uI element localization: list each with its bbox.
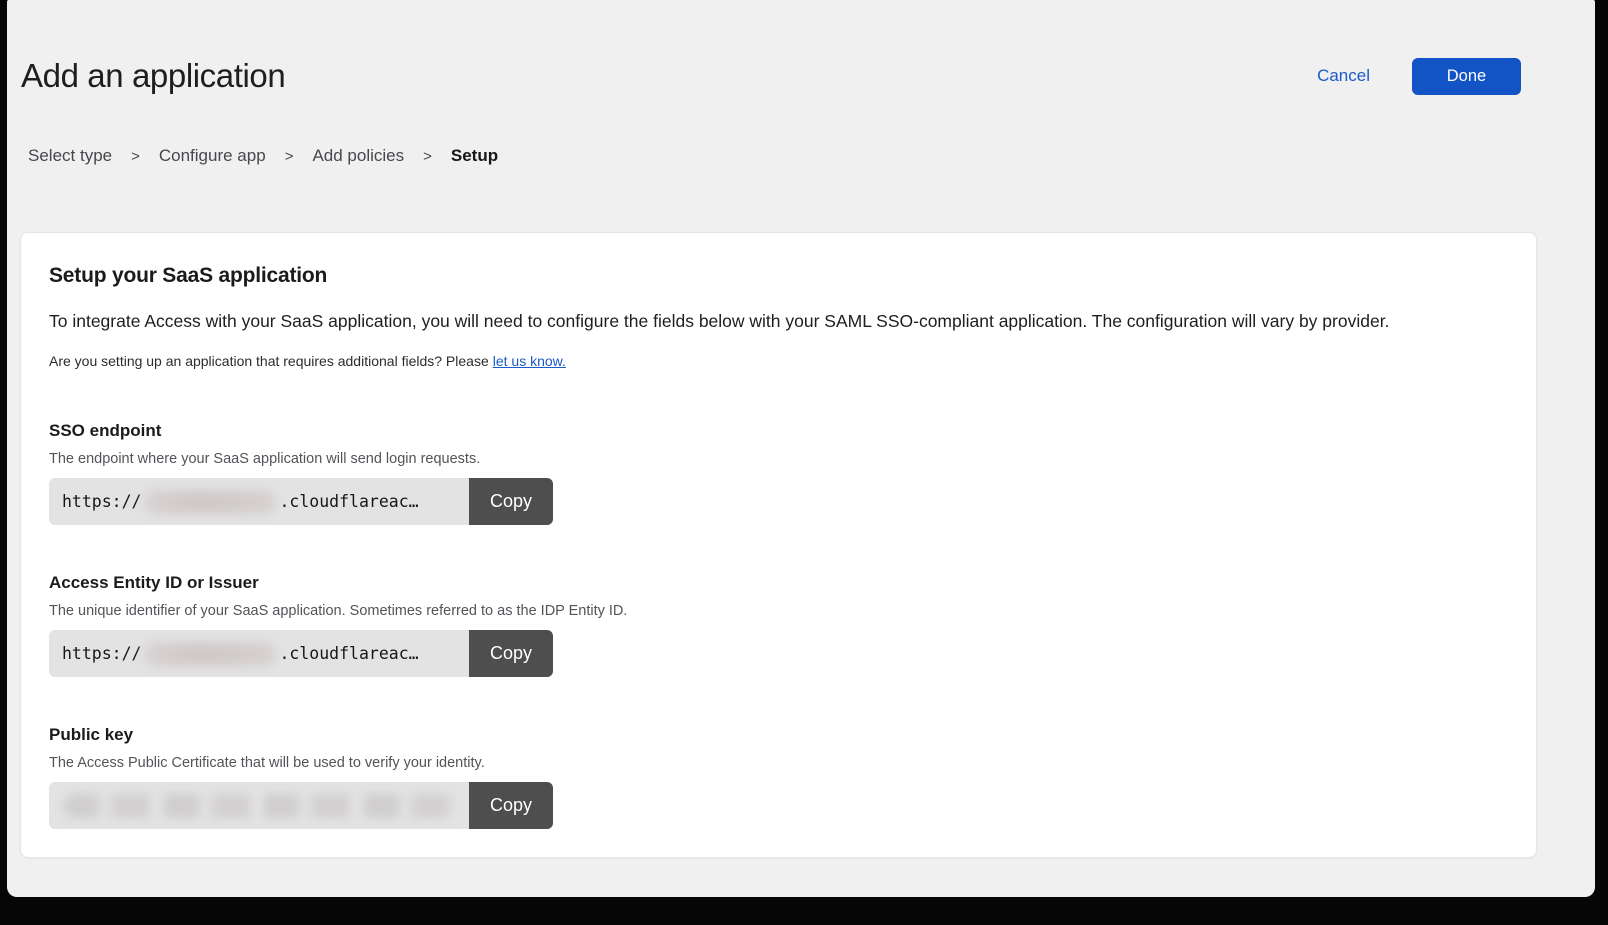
card-note-text: Are you setting up an application that r…: [49, 353, 489, 369]
access-entity-id-value: https:// .cloudflareac…: [49, 630, 469, 677]
card-heading: Setup your SaaS application: [49, 264, 1508, 288]
app-window: Add an application Cancel Done Select ty…: [7, 0, 1595, 897]
page-header: Add an application Cancel Done: [7, 0, 1595, 96]
field-label: Access Entity ID or Issuer: [49, 573, 1508, 593]
copy-public-key-button[interactable]: Copy: [469, 782, 553, 829]
card-note: Are you setting up an application that r…: [49, 353, 1508, 369]
breadcrumb-separator: >: [423, 148, 432, 165]
field-sso-endpoint: SSO endpoint The endpoint where your Saa…: [49, 421, 1508, 525]
field-label: Public key: [49, 725, 1508, 745]
copy-sso-endpoint-button[interactable]: Copy: [469, 478, 553, 525]
breadcrumb-step-configure-app[interactable]: Configure app: [159, 146, 266, 166]
header-actions: Cancel Done: [1317, 58, 1521, 95]
field-access-entity-id: Access Entity ID or Issuer The unique id…: [49, 573, 1508, 677]
value-suffix: .cloudflareac…: [279, 644, 418, 663]
value-prefix: https://: [62, 492, 141, 511]
breadcrumb-separator: >: [131, 148, 140, 165]
setup-card: Setup your SaaS application To integrate…: [20, 232, 1537, 858]
value-suffix: .cloudflareac…: [279, 492, 418, 511]
field-description: The unique identifier of your SaaS appli…: [49, 603, 1508, 619]
breadcrumb-step-select-type[interactable]: Select type: [28, 146, 112, 166]
sso-endpoint-value: https:// .cloudflareac…: [49, 478, 469, 525]
sso-endpoint-value-row: https:// .cloudflareac… Copy: [49, 478, 553, 525]
public-key-value-row: Copy: [49, 782, 553, 829]
access-entity-id-value-row: https:// .cloudflareac… Copy: [49, 630, 553, 677]
public-key-value: [49, 782, 469, 829]
field-description: The Access Public Certificate that will …: [49, 755, 1508, 771]
page-title: Add an application: [21, 56, 285, 96]
cancel-button[interactable]: Cancel: [1317, 66, 1370, 86]
value-prefix: https://: [62, 644, 141, 663]
field-label: SSO endpoint: [49, 421, 1508, 441]
card-intro: To integrate Access with your SaaS appli…: [49, 310, 1508, 332]
breadcrumb-step-add-policies[interactable]: Add policies: [312, 146, 404, 166]
done-button[interactable]: Done: [1412, 58, 1521, 95]
let-us-know-link[interactable]: let us know.: [493, 353, 566, 369]
field-public-key: Public key The Access Public Certificate…: [49, 725, 1508, 829]
breadcrumb-separator: >: [285, 148, 294, 165]
breadcrumb: Select type > Configure app > Add polici…: [7, 146, 1595, 166]
field-description: The endpoint where your SaaS application…: [49, 451, 1508, 467]
copy-access-entity-id-button[interactable]: Copy: [469, 630, 553, 677]
redacted-value-blur: [144, 642, 276, 666]
redacted-value-blur: [144, 490, 276, 514]
redacted-value-blur: [64, 794, 453, 818]
breadcrumb-step-setup[interactable]: Setup: [451, 146, 498, 166]
